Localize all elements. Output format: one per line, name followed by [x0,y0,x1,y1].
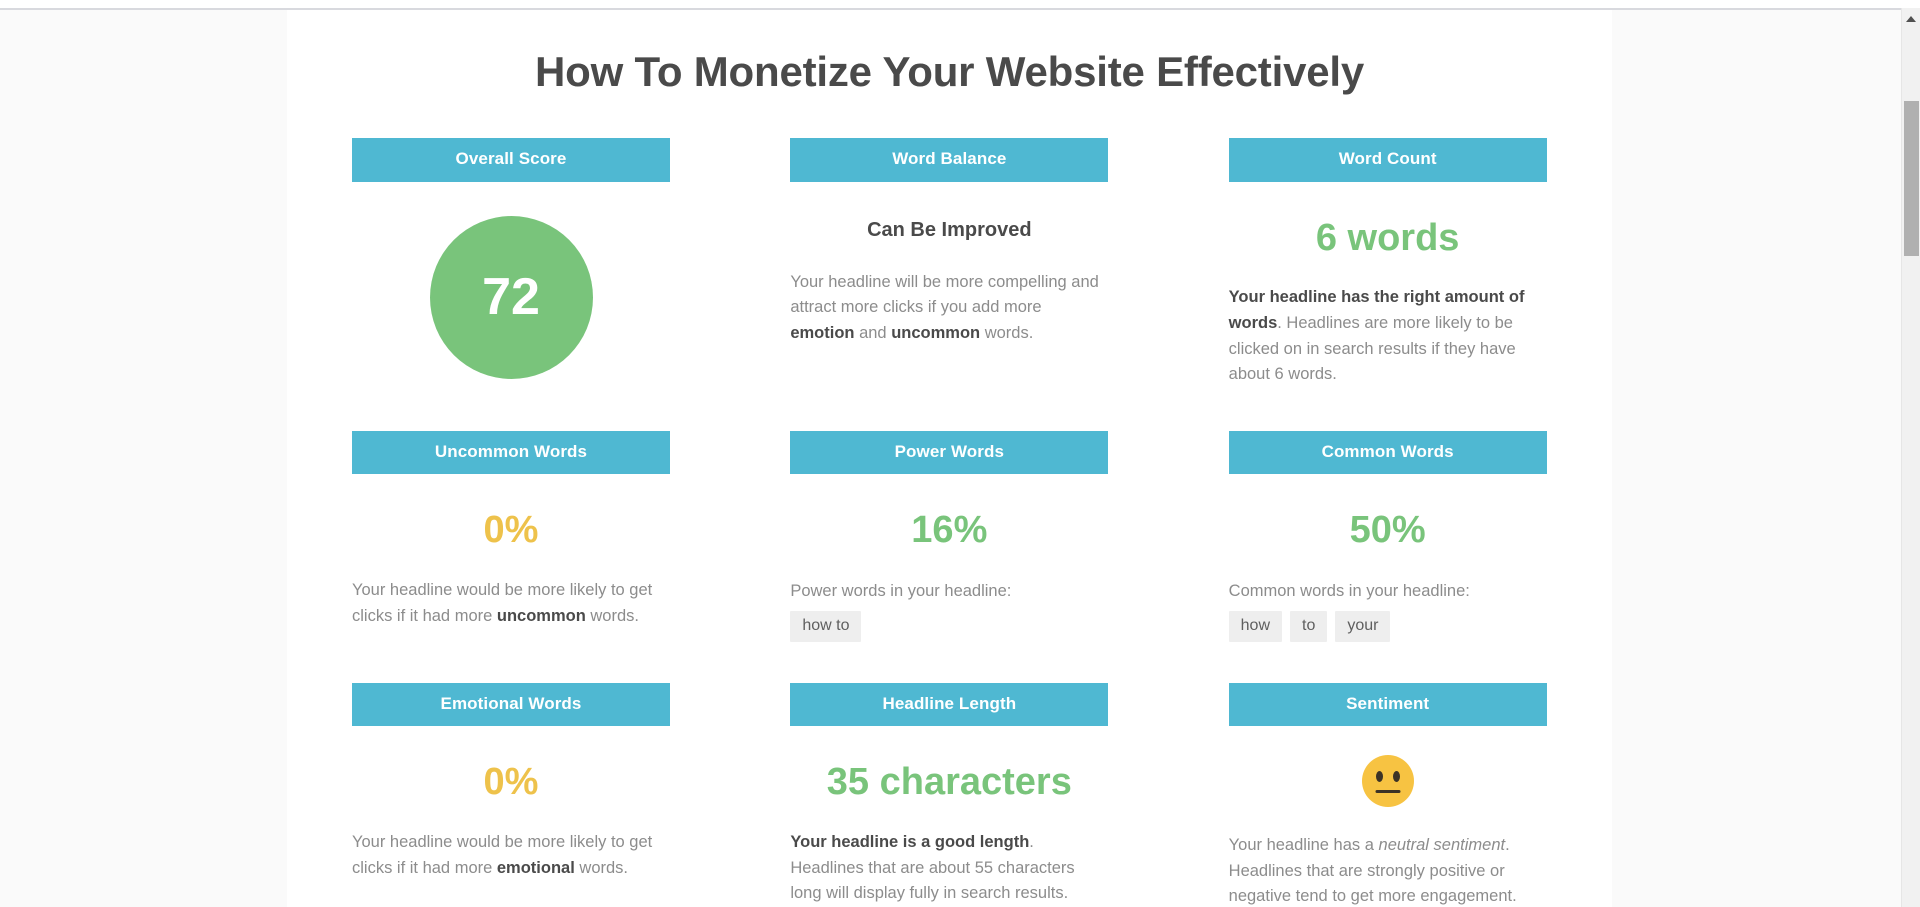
card-common-words: Common Words 50% Common words in your he… [1228,430,1547,642]
card-sentiment: Sentiment Your headline has a neutral se… [1228,682,1547,907]
desc-text: Your headline will be more compelling an… [790,272,1099,317]
emotional-words-description: Your headline would be more likely to ge… [352,830,670,881]
desc-text: words. [574,858,628,877]
overall-score-circle: 72 [429,215,593,379]
card-body-common-words: 50% Common words in your headline: how t… [1228,509,1547,642]
card-header-headline-length: Headline Length [790,682,1109,727]
desc-text: words. [980,323,1034,342]
vertical-scrollbar[interactable] [1901,8,1920,907]
headline-length-stat: 35 characters [826,761,1072,804]
word-count-description: Your headline has the right amount of wo… [1229,285,1547,387]
card-body-overall-score: 72 [352,215,670,379]
page-canvas: How To Monetize Your Website Effectively… [287,10,1612,907]
headline-length-description: Your headline is a good length. Headline… [790,830,1108,907]
word-balance-description: Your headline will be more compelling an… [790,270,1108,347]
card-emotional-words: Emotional Words 0% Your headline would b… [352,682,670,907]
emoji-eye-left [1375,771,1383,783]
power-words-chip-row: how to [790,611,1108,642]
card-body-emotional-words: 0% Your headline would be more likely to… [352,761,670,881]
card-body-word-balance: Can Be Improved Your headline will be mo… [790,219,1108,347]
uncommon-words-description: Your headline would be more likely to ge… [352,578,670,629]
word-chip: to [1290,611,1328,642]
page-title: How To Monetize Your Website Effectively [534,48,1365,95]
power-words-list-label: Power words in your headline: [790,582,1012,601]
card-body-headline-length: 35 characters Your headline is a good le… [790,761,1108,907]
word-count-stat: 6 words [1315,216,1460,259]
card-body-sentiment: Your headline has a neutral sentiment. H… [1229,755,1547,907]
emoji-mouth [1375,790,1401,794]
browser-top-strip [0,0,1920,8]
card-headline-length: Headline Length 35 characters Your headl… [790,682,1109,907]
sentiment-emoji-wrap [1229,755,1547,808]
common-words-chip-row: how to your [1228,611,1547,642]
card-header-word-balance: Word Balance [790,138,1109,182]
common-words-list-label: Common words in your headline: [1228,582,1470,601]
card-uncommon-words: Uncommon Words 0% Your headline would be… [352,430,670,642]
scrollbar-thumb[interactable] [1904,101,1919,256]
word-chip: how [1228,611,1283,642]
score-circle-wrap: 72 [352,215,670,379]
card-overall-score: Overall Score 72 [352,138,670,388]
card-header-emotional-words: Emotional Words [352,682,670,727]
desc-emphasis: emotion [790,323,855,342]
analysis-cards-grid: Overall Score 72 Word Balance Can Be Imp… [287,138,1612,907]
card-header-overall-score: Overall Score [352,138,670,182]
uncommon-words-stat: 0% [483,509,539,552]
desc-text: and [854,323,892,342]
desc-text: words. [585,606,639,625]
emoji-eye-right [1392,771,1400,783]
desc-emphasis: uncommon [496,606,586,625]
card-header-sentiment: Sentiment [1228,682,1547,727]
card-body-uncommon-words: 0% Your headline would be more likely to… [352,510,670,629]
scroll-up-arrow-icon[interactable] [1906,16,1916,22]
sentiment-description: Your headline has a neutral sentiment. H… [1229,833,1547,907]
word-chip: your [1335,611,1391,642]
word-balance-verdict: Can Be Improved [867,218,1032,241]
card-body-word-count: 6 words Your headline has the right amou… [1229,216,1547,388]
desc-emphasis: Your headline is a good length [790,832,1030,851]
card-word-count: Word Count 6 words Your headline has the… [1228,138,1547,388]
card-power-words: Power Words 16% Power words in your head… [790,430,1109,642]
word-chip: how to [790,611,862,642]
desc-emphasis: emotional [496,858,575,877]
card-word-balance: Word Balance Can Be Improved Your headli… [790,138,1109,388]
desc-text: Your headline has a [1228,836,1379,855]
card-header-common-words: Common Words [1228,430,1547,475]
common-words-stat: 50% [1349,509,1426,552]
desc-emphasis: uncommon [891,323,981,342]
page-viewport: How To Monetize Your Website Effectively… [0,8,1901,907]
power-words-stat: 16% [911,509,988,552]
neutral-face-icon [1361,755,1414,808]
card-header-word-count: Word Count [1228,138,1547,182]
card-body-power-words: 16% Power words in your headline: how to [790,509,1108,642]
card-header-uncommon-words: Uncommon Words [352,430,670,475]
emotional-words-stat: 0% [483,761,539,804]
desc-italic: neutral sentiment [1378,836,1506,855]
card-header-power-words: Power Words [790,430,1109,475]
